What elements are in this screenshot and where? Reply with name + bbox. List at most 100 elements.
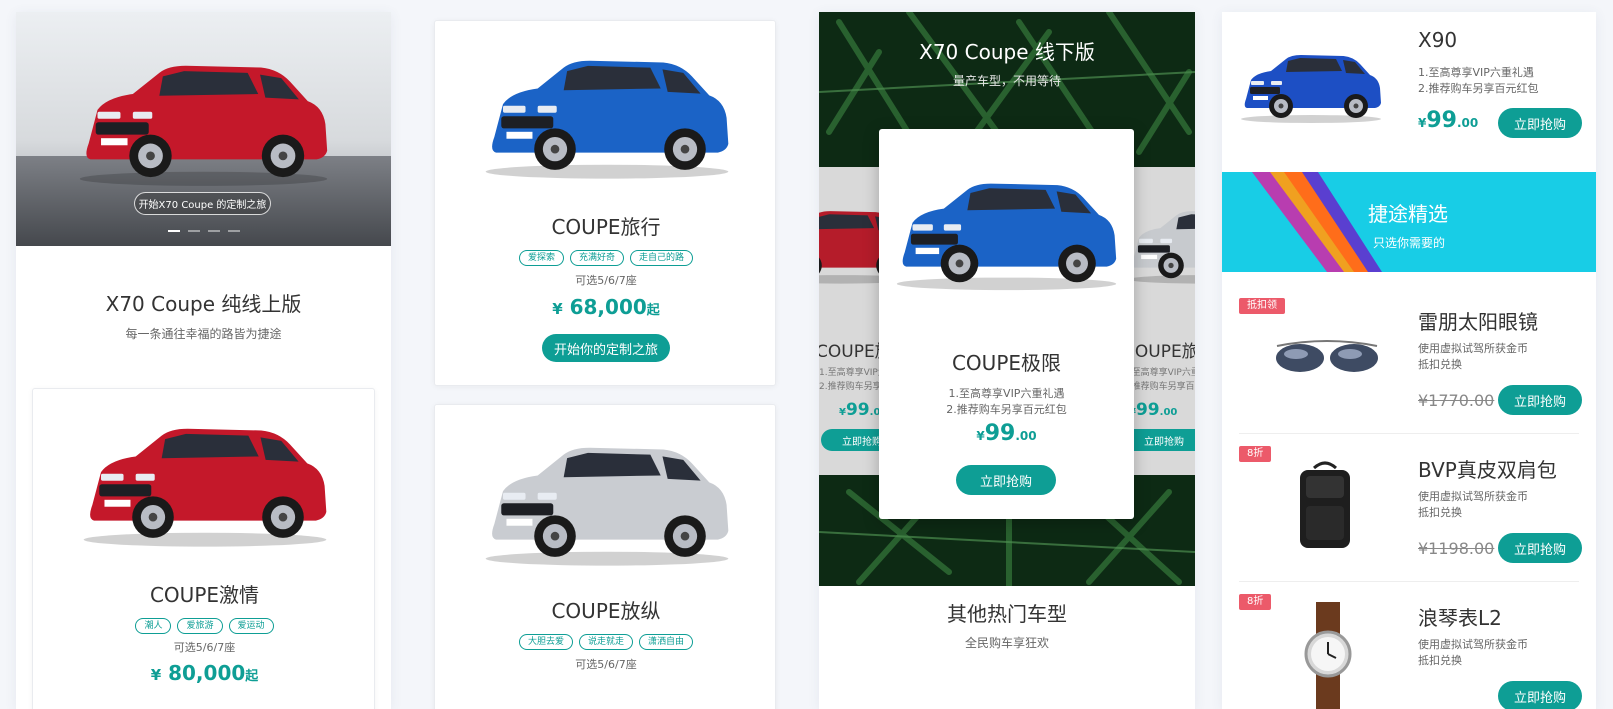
silver-suv-image <box>477 423 737 573</box>
tag: 潇洒自由 <box>639 634 694 650</box>
seat-options: 可选5/6/7座 <box>575 658 637 671</box>
x70-online-column: 开始X70 Coupe 的定制之旅 X70 Coupe 纯线上版 每一条通往幸福… <box>16 12 391 709</box>
blue-suv-image <box>1236 34 1386 134</box>
currency-symbol: ¥ <box>552 300 563 318</box>
tag: 爱运动 <box>228 618 274 634</box>
price: ¥99.00 <box>1418 108 1478 133</box>
coupe-indulge-card[interactable]: COUPE放纵 大胆去爱 说走就走 潇洒自由 可选5/6/7座 <box>434 404 776 709</box>
tag-list: 潮人 爱旅游 爱运动 <box>33 613 376 634</box>
buy-now-button[interactable]: 立即抢购 <box>956 465 1056 495</box>
price-dec: .00 <box>869 407 879 418</box>
silver-suv-image <box>1129 187 1195 297</box>
start-customize-button[interactable]: 开始你的定制之旅 <box>542 334 670 362</box>
card-line: 1.至高尊享VIP六重礼遇 <box>819 368 879 378</box>
currency-symbol: ¥ <box>839 407 846 418</box>
currency-symbol: ¥ <box>976 429 985 443</box>
section-subtitle: 量产车型，不用等待 <box>952 74 1061 88</box>
tag-list: 爱探索 充满好奇 走自己的路 <box>435 245 777 266</box>
price-dec: .00 <box>1456 116 1479 130</box>
seat-options: 可选5/6/7座 <box>173 641 236 654</box>
price-value: 80,000 <box>168 661 246 685</box>
card-title: COUPE放纵 <box>551 599 661 623</box>
price-suffix: 起 <box>646 303 660 318</box>
carousel-dot[interactable] <box>168 230 180 232</box>
section-title: X70 Coupe 纯线上版 <box>105 292 302 316</box>
price-dec: .00 <box>1159 407 1178 418</box>
jetour-selection-banner[interactable]: 捷途精选 只选你需要的 <box>1222 172 1596 272</box>
price-int: 99 <box>1426 108 1457 133</box>
product-item[interactable]: 抵扣领 雷朋太阳眼镜 使用虚拟试驾所获金币 抵扣兑换 ¥1770.00 立即抢购 <box>1222 294 1596 424</box>
hero-cta-pill[interactable]: 开始X70 Coupe 的定制之旅 <box>134 192 271 215</box>
tag: 说走就走 <box>578 634 633 650</box>
coupe-extreme-card[interactable]: COUPE极限 1.至高尊享VIP六重礼遇 2.推荐购车另享百元红包 ¥99.0… <box>879 129 1134 519</box>
banner-title: 捷途精选 <box>1368 202 1448 226</box>
card-line: 2.推荐购车另享百元红包 <box>1129 382 1195 392</box>
carousel-dot[interactable] <box>208 230 220 232</box>
seat-options: 可选5/6/7座 <box>575 274 637 287</box>
sunglasses-icon <box>1276 340 1378 372</box>
left-peek-card[interactable]: COUPE旅行 1.至高尊享VIP六重礼遇 2.推荐购车另享百元红包 ¥99.0… <box>819 167 879 475</box>
carousel-dot[interactable] <box>228 230 240 232</box>
product-title: 浪琴表L2 <box>1418 606 1502 630</box>
product-line: 抵扣兑换 <box>1418 358 1462 371</box>
tag: 爱旅游 <box>177 618 223 634</box>
product-line: 使用虚拟试驾所获金币 <box>1418 638 1528 651</box>
banner-subtitle: 只选你需要的 <box>1373 236 1446 250</box>
card-title: COUPE旅行 <box>1129 342 1195 362</box>
price: ¥99.00 <box>1129 400 1177 420</box>
product-line: 抵扣兑换 <box>1418 654 1462 667</box>
red-suv-image <box>71 42 336 192</box>
hero-banner[interactable]: 开始X70 Coupe 的定制之旅 <box>16 12 391 246</box>
jetour-selection-column: X90 1.至高尊享VIP六重礼遇 2.推荐购车另享百元红包 ¥99.00 立即… <box>1222 12 1596 709</box>
discount-badge: 抵扣领 <box>1239 298 1285 314</box>
tag: 走自己的路 <box>630 250 694 266</box>
product-title: X90 <box>1418 28 1458 52</box>
divider <box>1239 581 1579 582</box>
coupe-passion-card[interactable]: COUPE激情 潮人 爱旅游 爱运动 可选5/6/7座 ¥ 80,000起 <box>32 388 375 709</box>
price: ¥ 68,000起 <box>435 295 777 319</box>
carousel-dot[interactable] <box>188 230 200 232</box>
section-title: X70 Coupe 线下版 <box>919 40 1095 64</box>
red-suv-image <box>75 409 335 549</box>
card-line: 1.至高尊享VIP六重礼遇 <box>948 387 1065 400</box>
hot-models-title: 其他热门车型 <box>947 602 1067 626</box>
buy-now-button[interactable]: 立即抢购 <box>821 429 879 451</box>
product-item[interactable]: 8折 浪琴表L2 使用虚拟试驾所获金币 抵扣兑换 立即抢购 <box>1222 590 1596 709</box>
card-title: COUPE旅行 <box>551 215 661 239</box>
product-title: 雷朋太阳眼镜 <box>1418 310 1538 334</box>
tag: 大胆去爱 <box>518 634 573 650</box>
discount-badge: 8折 <box>1239 446 1272 462</box>
x70-offline-column: COUPE旅行 1.至高尊享VIP六重礼遇 2.推荐购车另享百元红包 ¥99.0… <box>819 12 1195 709</box>
divider <box>1239 433 1579 434</box>
product-item[interactable]: 8折 BVP真皮双肩包 使用虚拟试驾所获金币 抵扣兑换 ¥1198.00 立即抢… <box>1222 442 1596 572</box>
buy-now-button[interactable]: 立即抢购 <box>1498 385 1582 415</box>
section-subtitle: 每一条通往幸福的路皆为捷途 <box>125 327 282 341</box>
card-title: COUPE旅行 <box>819 342 879 362</box>
card-title: COUPE极限 <box>951 351 1062 375</box>
right-peek-card[interactable]: COUPE旅行 1.至高尊享VIP六重礼遇 2.推荐购车另享百元红包 ¥99.0… <box>1129 167 1195 475</box>
buy-now-button[interactable]: 立即抢购 <box>1498 533 1582 563</box>
price-suffix: 起 <box>245 669 259 684</box>
card-title: COUPE激情 <box>149 583 260 607</box>
buy-now-button[interactable]: 立即抢购 <box>1129 429 1195 451</box>
product-line: 抵扣兑换 <box>1418 506 1462 519</box>
original-price: ¥1770.00 <box>1418 391 1495 410</box>
card-line: 1.至高尊享VIP六重礼遇 <box>1129 368 1195 378</box>
price-int: 99 <box>984 421 1016 446</box>
card-line: 2.推荐购车另享百元红包 <box>819 382 879 392</box>
buy-now-button[interactable]: 立即抢购 <box>1498 108 1582 138</box>
currency-symbol: ¥ <box>150 666 162 684</box>
red-suv-image <box>819 187 879 297</box>
product-line: 2.推荐购车另享百元红包 <box>1418 82 1539 95</box>
price-int: 99 <box>845 400 870 420</box>
x90-promo[interactable]: X90 1.至高尊享VIP六重礼遇 2.推荐购车另享百元红包 ¥99.00 立即… <box>1222 12 1596 172</box>
blue-suv-image <box>889 149 1124 309</box>
coupe-cards-column: COUPE旅行 爱探索 充满好奇 走自己的路 可选5/6/7座 ¥ 68,000起 … <box>418 12 790 709</box>
buy-now-button[interactable]: 立即抢购 <box>1498 681 1582 709</box>
product-line: 1.至高尊享VIP六重礼遇 <box>1418 66 1534 79</box>
tag: 潮人 <box>135 618 172 634</box>
price-value: 68,000 <box>569 295 647 319</box>
coupe-travel-card[interactable]: COUPE旅行 爱探索 充满好奇 走自己的路 可选5/6/7座 ¥ 68,000起 … <box>434 20 776 386</box>
price: ¥99.00 <box>839 400 879 420</box>
carousel-dots[interactable] <box>168 230 240 232</box>
